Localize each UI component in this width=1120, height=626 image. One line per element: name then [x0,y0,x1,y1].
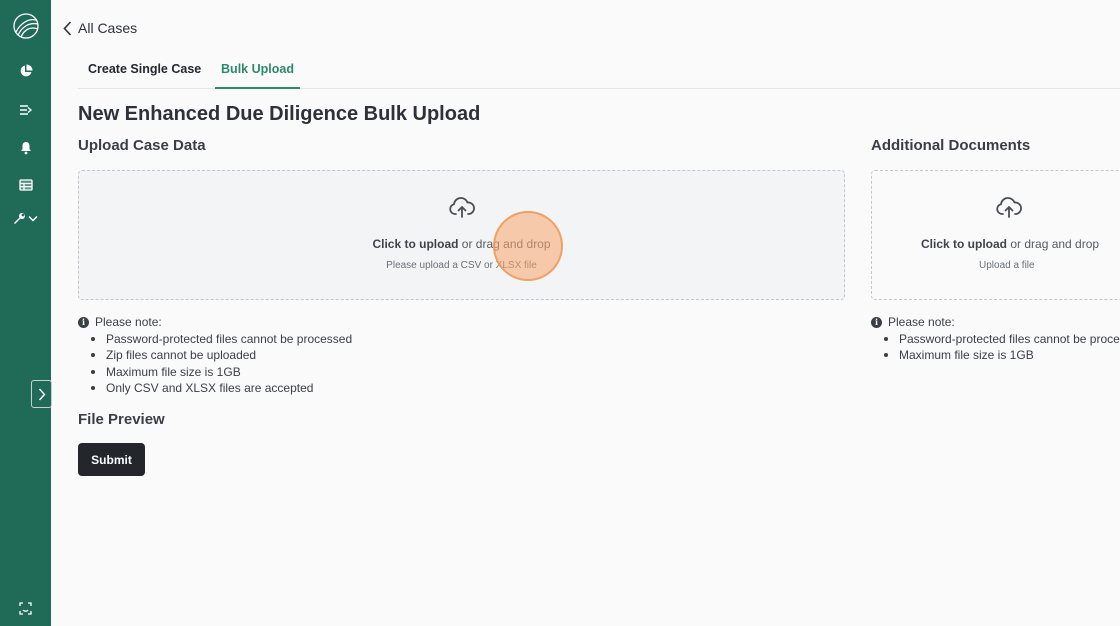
cloud-upload-icon [79,197,844,219]
file-preview-title: File Preview [78,411,165,428]
dropzone-instruction: Click to upload or drag and drop [79,237,844,251]
page-title: New Enhanced Due Diligence Bulk Upload [78,103,481,125]
click-to-upload-label[interactable]: Click to upload [921,237,1007,251]
list-item: Maximum file size is 1GB [871,347,1120,363]
back-to-all-cases-link[interactable]: All Cases [63,20,137,36]
list-item: Maximum file size is 1GB [78,364,352,380]
table-icon[interactable] [0,175,51,195]
expand-sidebar-button[interactable] [31,380,52,408]
info-icon: i [78,316,89,328]
back-link-label: All Cases [78,20,138,36]
upload-case-data-title: Upload Case Data [78,137,206,154]
main-content: All Cases Create Single Case Bulk Upload… [51,0,1120,626]
chevron-left-icon [63,20,72,36]
tab-bulk-upload[interactable]: Bulk Upload [215,62,300,89]
chevron-down-icon [28,215,38,221]
tab-bar: Create Single Case Bulk Upload [78,52,1120,89]
info-icon: i [871,316,882,328]
list-arrow-icon[interactable] [0,100,51,120]
additional-documents-notes: i Please note: Password-protected files … [871,315,1120,364]
case-data-dropzone[interactable]: Click to upload or drag and drop Please … [78,170,845,300]
case-data-notes: i Please note: Password-protected files … [78,315,352,396]
list-item: Zip files cannot be uploaded [78,347,352,363]
submit-button[interactable]: Submit [78,443,145,476]
app-logo-icon[interactable] [0,10,51,42]
dropzone-hint: Please upload a CSV or XLSX file [386,260,537,271]
dropzone-instruction: Click to upload or drag and drop [872,237,1120,251]
list-item: Only CSV and XLSX files are accepted [78,380,352,396]
dashboard-pie-icon[interactable] [0,61,51,81]
note-heading: Please note: [95,315,162,329]
tab-create-single-case[interactable]: Create Single Case [88,62,201,76]
sidebar [0,0,51,626]
drag-drop-label: or drag and drop [458,237,551,251]
dropzone-hint: Upload a file [979,260,1035,271]
scan-icon[interactable] [0,598,51,618]
tools-menu-icon[interactable] [0,208,51,228]
note-heading: Please note: [888,315,955,329]
drag-drop-label: or drag and drop [1007,237,1100,251]
list-item: Password-protected files cannot be proce… [871,331,1120,347]
additional-documents-dropzone[interactable]: Click to upload or drag and drop Upload … [871,170,1120,300]
click-to-upload-label[interactable]: Click to upload [372,237,458,251]
alert-bell-icon[interactable] [0,138,51,158]
list-item: Password-protected files cannot be proce… [78,331,352,347]
additional-documents-title: Additional Documents [871,137,1031,154]
chevron-right-icon [38,388,45,400]
upload-arrow-icon [872,197,1120,219]
